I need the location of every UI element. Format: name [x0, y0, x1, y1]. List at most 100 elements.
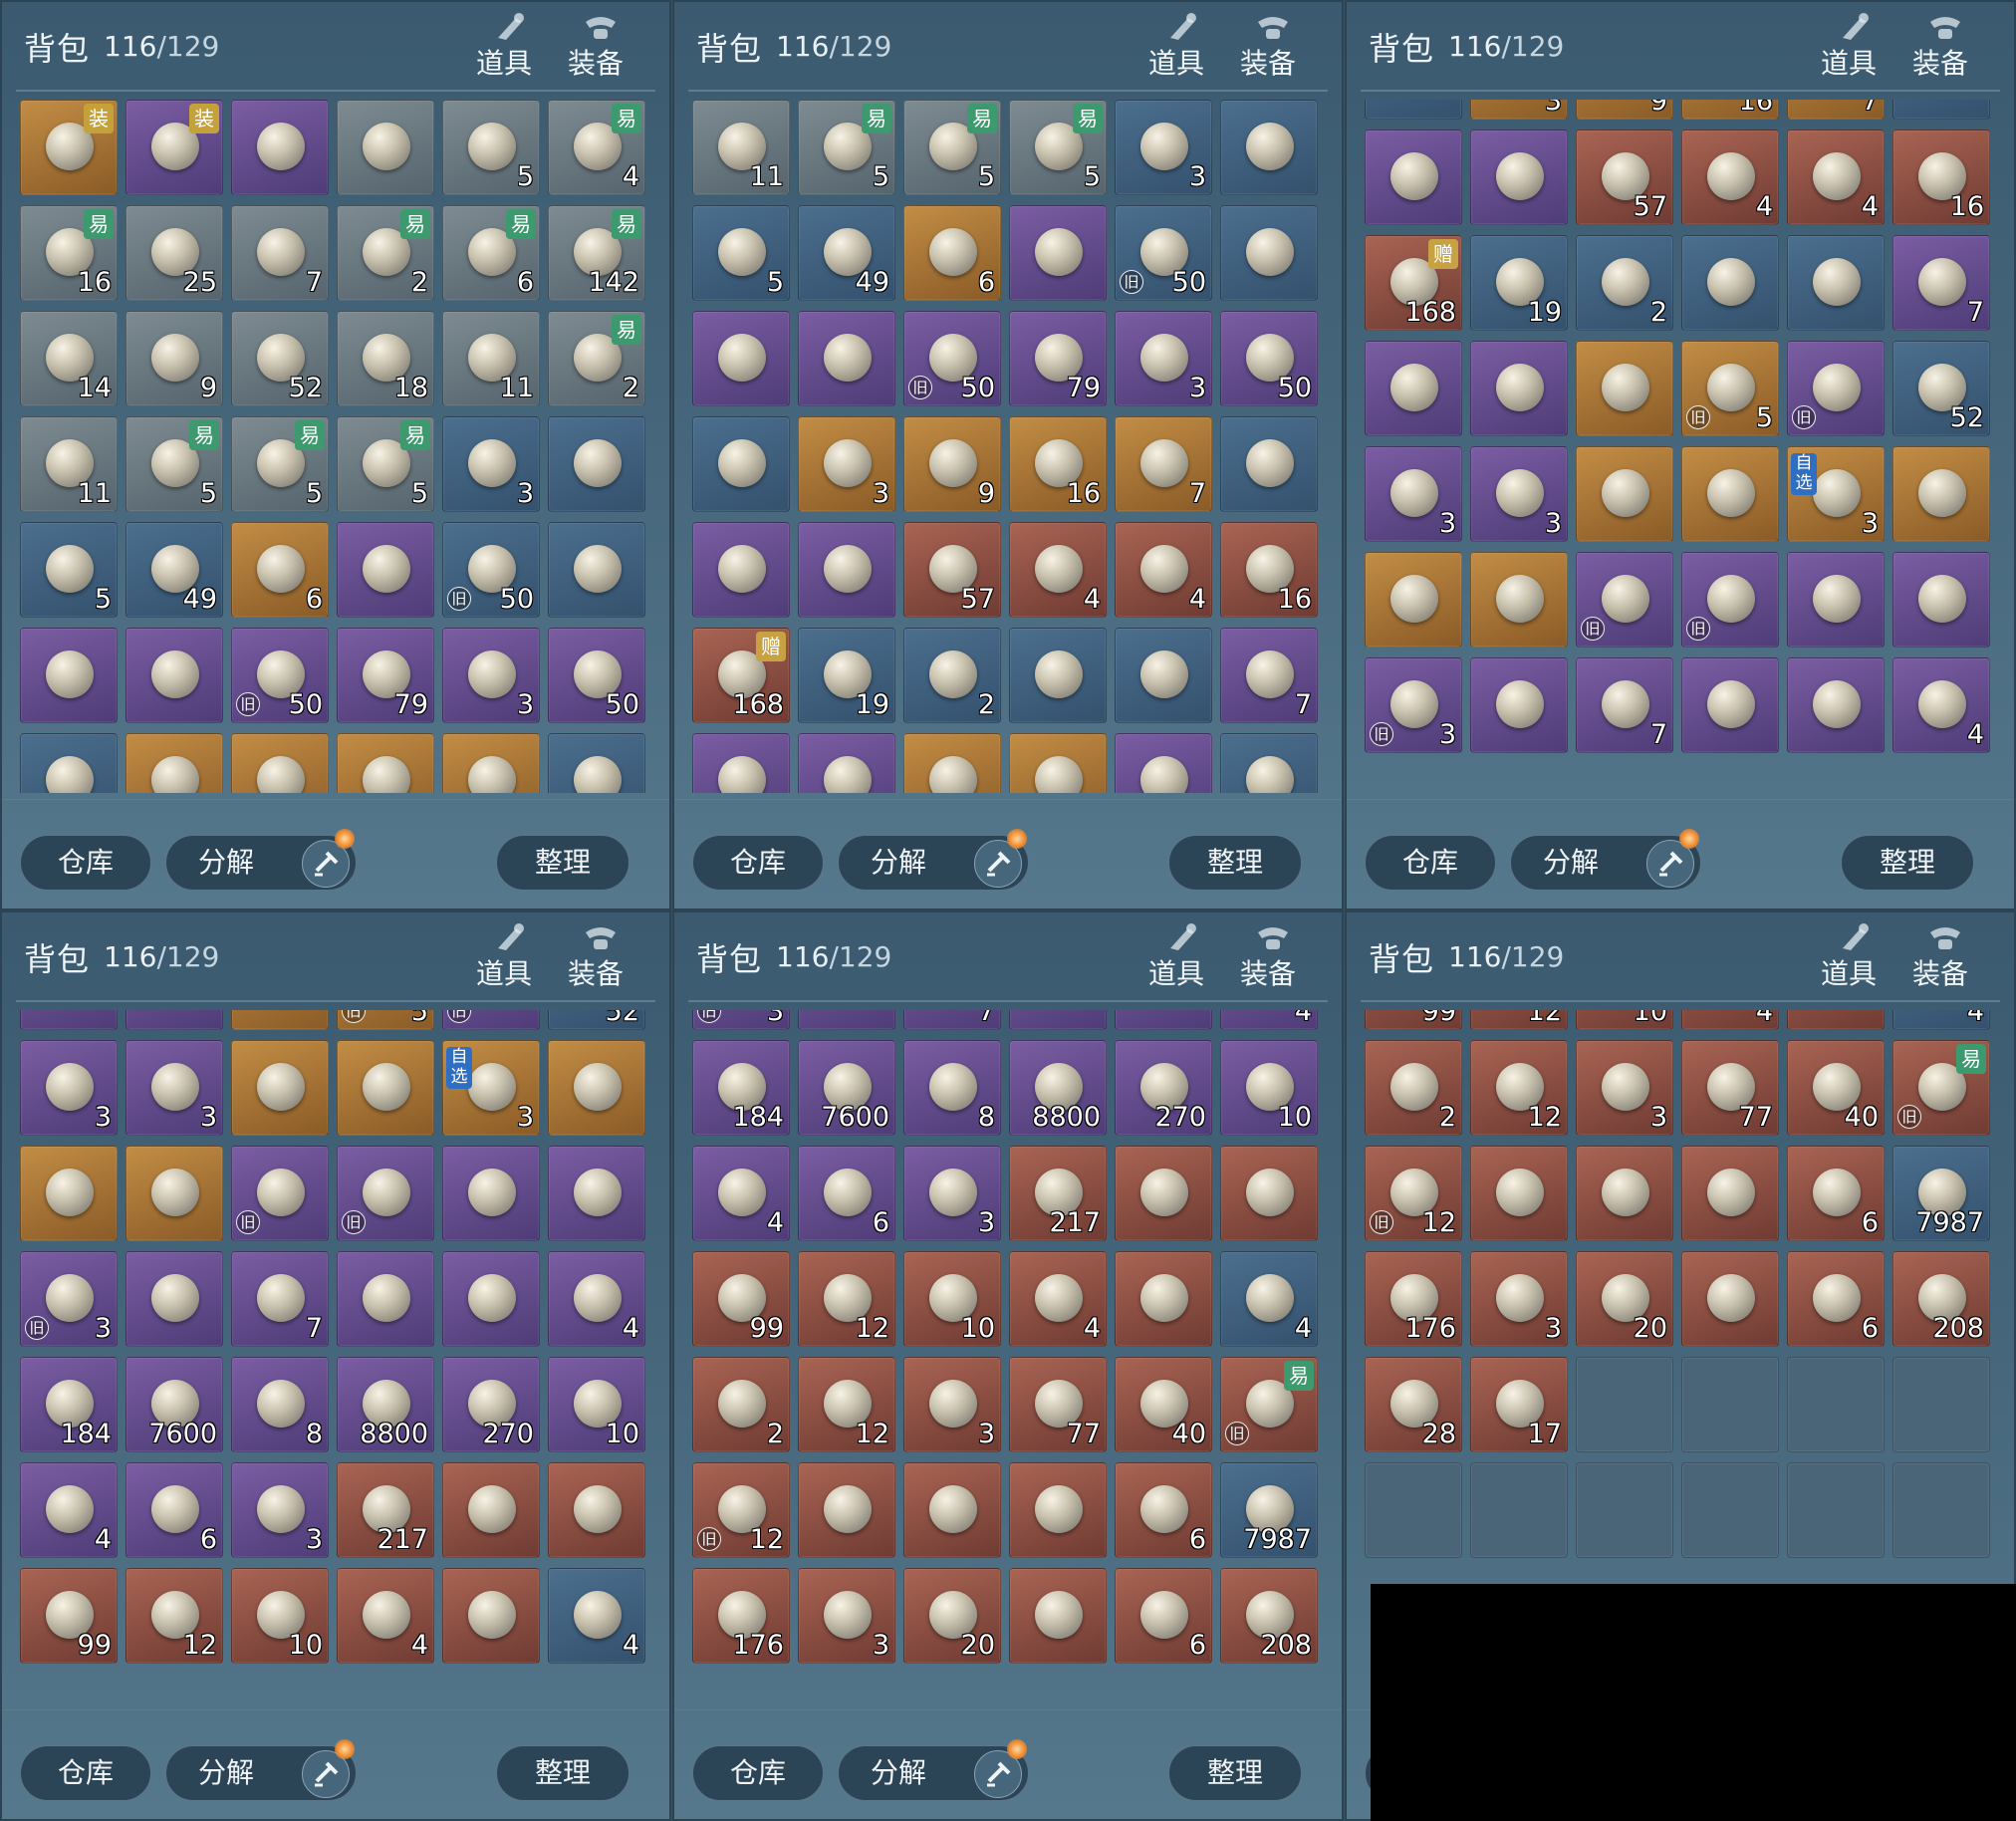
item-slot[interactable]: 2 [903, 628, 1001, 723]
item-slot[interactable] [548, 416, 645, 512]
item-slot[interactable]: 5易 [1009, 100, 1107, 195]
item-slot[interactable] [1365, 130, 1462, 225]
item-slot[interactable]: 99 [692, 1251, 790, 1347]
item-slot[interactable] [126, 733, 223, 793]
item-slot[interactable]: 79 [337, 628, 434, 723]
item-slot[interactable]: 3旧 [692, 1010, 790, 1030]
empty-slot[interactable] [1365, 1462, 1462, 1558]
item-slot[interactable] [1892, 100, 1990, 120]
dismantle-button[interactable]: 分解 [165, 829, 357, 891]
item-slot[interactable]: 9 [1576, 100, 1673, 120]
item-slot[interactable]: 8 [231, 1357, 329, 1452]
item-slot[interactable] [1115, 733, 1212, 793]
item-slot[interactable] [548, 1146, 645, 1241]
item-slot[interactable]: 40 [1115, 1357, 1212, 1452]
item-slot[interactable]: 19 [798, 628, 895, 723]
item-slot[interactable]: 208 [1892, 1251, 1990, 1347]
item-slot[interactable]: 7 [1892, 235, 1990, 331]
item-slot[interactable]: 52 [1892, 341, 1990, 436]
item-slot[interactable]: 99 [1365, 1010, 1462, 1030]
item-slot[interactable]: 4 [337, 1568, 434, 1664]
item-slot[interactable] [1115, 1146, 1212, 1241]
tab-equipment[interactable]: 装备 [1232, 12, 1306, 82]
item-slot[interactable] [798, 733, 895, 793]
item-slot[interactable]: 49 [126, 522, 223, 618]
item-slot[interactable]: 16 [1681, 100, 1779, 120]
empty-slot[interactable] [1576, 1357, 1673, 1452]
item-slot[interactable]: 57 [1576, 130, 1673, 225]
item-slot[interactable]: 4 [1220, 1251, 1318, 1347]
item-slot[interactable] [1115, 628, 1212, 723]
item-slot[interactable]: 11 [692, 100, 790, 195]
item-slot[interactable]: 5易 [126, 416, 223, 512]
item-slot[interactable]: 12 旧 [692, 1462, 790, 1558]
item-slot[interactable] [1009, 628, 1107, 723]
sort-button[interactable]: 整理 [496, 835, 630, 891]
item-slot[interactable]: 10 [231, 1568, 329, 1664]
item-slot[interactable]: 3 [20, 1040, 118, 1136]
item-slot[interactable]: 10 [548, 1357, 645, 1452]
item-slot[interactable]: 2 [1576, 235, 1673, 331]
item-slot[interactable] [1470, 1146, 1568, 1241]
sort-button[interactable]: 整理 [1168, 1745, 1302, 1801]
item-slot[interactable] [337, 522, 434, 618]
item-slot[interactable]: 7600 [798, 1040, 895, 1136]
item-slot[interactable]: 6 [126, 1462, 223, 1558]
item-slot[interactable]: 旧 [1787, 341, 1885, 436]
item-slot[interactable]: 49 [798, 205, 895, 301]
item-slot[interactable]: 5易 [798, 100, 895, 195]
item-slot[interactable] [1115, 1010, 1212, 1030]
item-slot[interactable]: 旧 [1681, 552, 1779, 648]
warehouse-button[interactable]: 仓库 [692, 835, 824, 891]
item-slot[interactable]: 7987 [1220, 1462, 1318, 1558]
item-slot[interactable] [1576, 446, 1673, 542]
tab-items[interactable]: 道具 [1140, 12, 1214, 82]
item-slot[interactable] [1787, 657, 1885, 753]
item-slot[interactable]: 10 [1220, 1040, 1318, 1136]
empty-slot[interactable] [1681, 1357, 1779, 1452]
item-slot[interactable]: 3 [126, 1040, 223, 1136]
item-slot[interactable]: 40 [1787, 1040, 1885, 1136]
item-slot[interactable]: 25 [126, 205, 223, 301]
item-slot[interactable] [442, 1146, 540, 1241]
item-slot[interactable]: 8800 [337, 1357, 434, 1452]
item-slot[interactable]: 184 [692, 1040, 790, 1136]
item-slot[interactable]: 4 [1115, 522, 1212, 618]
item-slot[interactable]: 12 [798, 1251, 895, 1347]
item-slot[interactable] [1115, 1251, 1212, 1347]
item-slot[interactable] [798, 311, 895, 406]
item-slot[interactable]: 50 旧 [231, 628, 329, 723]
tab-items[interactable]: 道具 [1140, 922, 1214, 992]
item-slot[interactable]: 168 赠 [692, 628, 790, 723]
item-slot[interactable]: 79 [1009, 311, 1107, 406]
item-slot[interactable] [1576, 341, 1673, 436]
item-slot[interactable]: 99 [20, 1568, 118, 1664]
item-slot[interactable]: 旧 [337, 1146, 434, 1241]
item-slot[interactable]: 12 [126, 1568, 223, 1664]
item-slot[interactable]: 4易 [548, 100, 645, 195]
item-slot[interactable]: 7 [231, 1251, 329, 1347]
item-slot[interactable]: 3 [442, 628, 540, 723]
item-slot[interactable] [1681, 235, 1779, 331]
item-slot[interactable]: 旧 [442, 1010, 540, 1030]
item-slot[interactable] [231, 100, 329, 195]
item-slot[interactable]: 3 [231, 1462, 329, 1558]
item-slot[interactable]: 77 [1009, 1357, 1107, 1452]
item-slot[interactable] [1892, 552, 1990, 648]
item-slot[interactable]: 4 [1009, 1251, 1107, 1347]
inventory-scroll-area[interactable]: 3 9 16 7 57 4 4 16 168 赠 19 2 7 5 旧旧 52 3 3 3 自选旧旧 3 旧 7 4 [1365, 100, 2000, 793]
item-slot[interactable]: 9 [903, 416, 1001, 512]
item-slot[interactable]: 5旧 [1681, 341, 1779, 436]
item-slot[interactable] [548, 733, 645, 793]
item-slot[interactable]: 4 [1220, 1010, 1318, 1030]
item-slot[interactable] [20, 1146, 118, 1241]
warehouse-button[interactable]: 仓库 [692, 1745, 824, 1801]
item-slot[interactable] [1009, 733, 1107, 793]
item-slot[interactable]: 3 [1470, 100, 1568, 120]
item-slot[interactable]: 7987 [1892, 1146, 1990, 1241]
item-slot[interactable]: 2 [692, 1357, 790, 1452]
item-slot[interactable] [1787, 1010, 1885, 1030]
tab-items[interactable]: 道具 [1813, 922, 1887, 992]
item-slot[interactable]: 3旧 [1365, 657, 1462, 753]
item-slot[interactable] [1365, 100, 1462, 120]
